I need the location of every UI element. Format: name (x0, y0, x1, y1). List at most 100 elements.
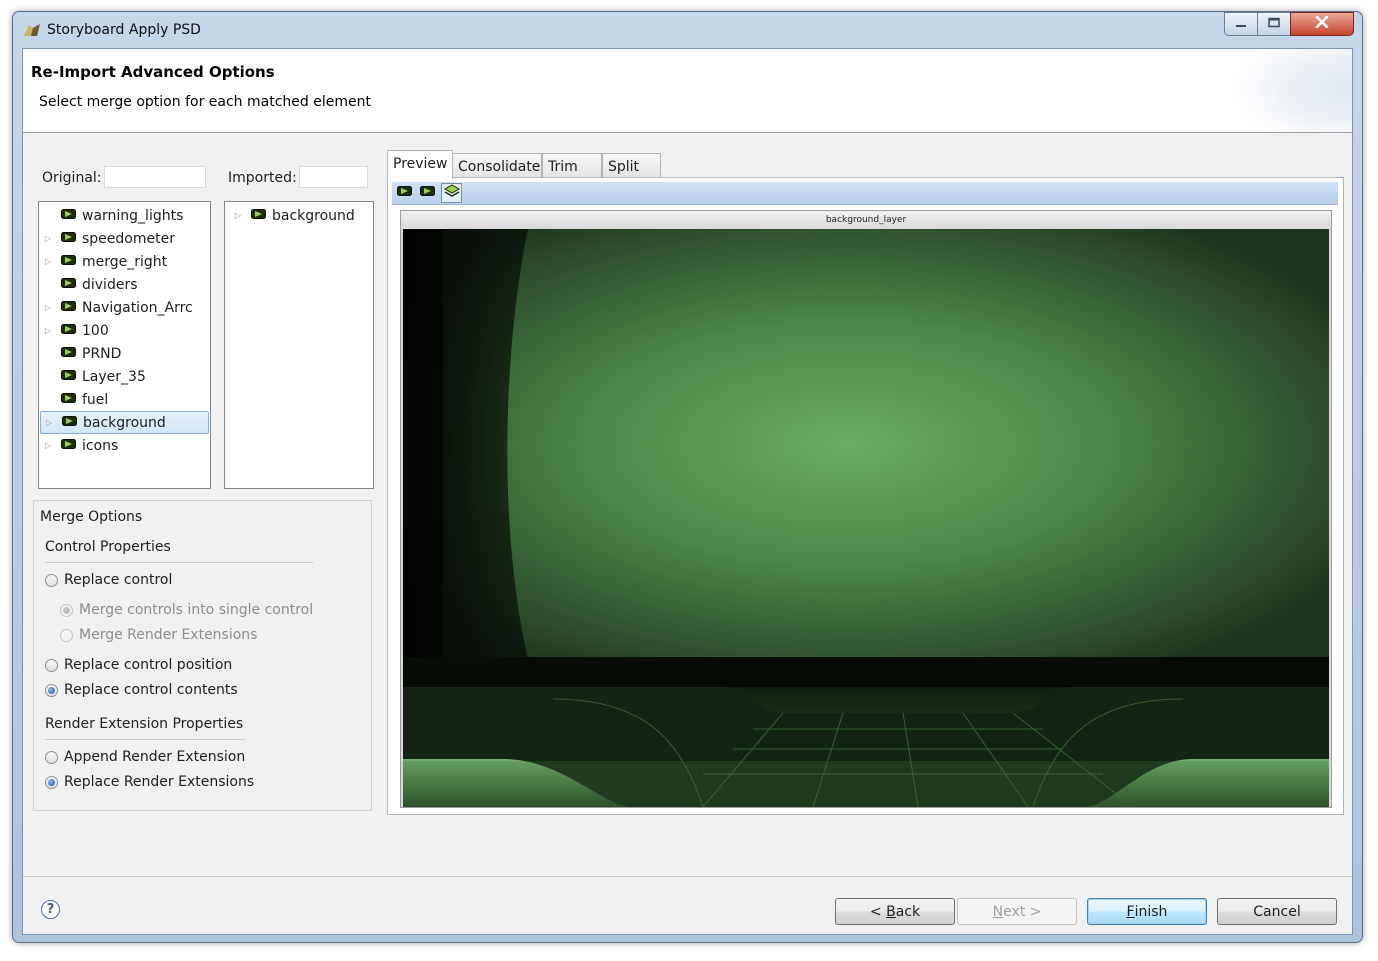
expand-arrow-icon[interactable]: ▷ (231, 211, 245, 220)
radio-indicator (45, 775, 58, 789)
tree-item-dividers[interactable]: dividers (41, 273, 138, 296)
tree-item-label: background (83, 414, 166, 431)
preview-panel: background_layer (387, 177, 1344, 815)
layer-icon (61, 254, 76, 270)
render-extension-properties-heading: Render Extension Properties (45, 716, 244, 732)
tree-item-label: background (272, 207, 355, 224)
wizard-header: Re-Import Advanced Options Select merge … (23, 49, 1352, 133)
expand-arrow-icon[interactable]: ▷ (41, 441, 55, 450)
radio-indicator (45, 573, 58, 587)
radio-indicator (45, 683, 58, 697)
tab-split[interactable]: Split (602, 153, 661, 178)
separator (45, 739, 245, 740)
back-button[interactable]: < Back (835, 898, 955, 925)
layer-icon (251, 208, 266, 224)
merge-options-group: Merge Options Control Properties Replace… (33, 500, 372, 811)
tree-item-label: Layer_35 (82, 368, 146, 385)
tab-preview[interactable]: Preview (387, 150, 453, 179)
close-icon (1315, 15, 1329, 32)
append-render-extension-radio[interactable]: Append Render Extension (45, 747, 245, 767)
radio-indicator (45, 658, 58, 672)
replace-control-radio[interactable]: Replace control (45, 570, 172, 590)
show-imported-button[interactable] (418, 184, 436, 202)
radio-indicator (45, 750, 58, 764)
background-layer-image (403, 229, 1329, 807)
header-decoration (1232, 49, 1352, 132)
layer-icon (61, 392, 76, 408)
layer-icon (61, 438, 76, 454)
page-subtitle: Select merge option for each matched ele… (39, 94, 371, 110)
expand-arrow-icon[interactable]: ▷ (41, 326, 55, 335)
maximize-button[interactable] (1257, 12, 1291, 36)
next-button[interactable]: Next > (957, 898, 1077, 925)
show-original-button[interactable] (395, 184, 413, 202)
layer-preview: background_layer (400, 210, 1332, 808)
merge-single-control-radio[interactable]: Merge controls into single control (60, 600, 313, 620)
control-properties-heading: Control Properties (45, 539, 171, 555)
maximize-icon (1267, 16, 1281, 32)
layers-stack-icon (443, 184, 460, 202)
expand-arrow-icon[interactable]: ▷ (41, 303, 55, 312)
layer-name-label: background_layer (401, 211, 1331, 229)
imported-filter-input[interactable] (299, 166, 368, 188)
finish-button[interactable]: Finish (1087, 898, 1207, 925)
tree-item-imported-background[interactable]: ▷ background (231, 204, 355, 227)
layer-icon (419, 185, 435, 201)
tree-item-prnd[interactable]: PRND (41, 342, 121, 365)
tree-item-label: dividers (82, 276, 138, 293)
replace-render-extensions-radio[interactable]: Replace Render Extensions (45, 772, 254, 792)
tree-item-navigation-arrc[interactable]: ▷ Navigation_Arrc (41, 296, 193, 319)
original-tree[interactable]: warning_lights ▷ speedometer ▷ merge_rig… (38, 201, 211, 489)
tab-trim[interactable]: Trim (542, 153, 602, 178)
tree-item-speedometer[interactable]: ▷ speedometer (41, 227, 175, 250)
page-title: Re-Import Advanced Options (31, 63, 275, 81)
expand-arrow-icon[interactable]: ▷ (41, 234, 55, 243)
title-bar[interactable]: Storyboard Apply PSD (13, 12, 1362, 48)
radio-indicator (60, 628, 73, 642)
layer-icon (61, 323, 76, 339)
close-button[interactable] (1290, 12, 1354, 36)
window-title: Storyboard Apply PSD (47, 22, 201, 38)
imported-tree[interactable]: ▷ background (224, 201, 374, 489)
original-filter-input[interactable] (104, 166, 206, 188)
tree-item-label: merge_right (82, 253, 168, 270)
expand-arrow-icon[interactable]: ▷ (42, 418, 56, 427)
tree-item-label: fuel (82, 391, 109, 408)
tab-consolidate[interactable]: Consolidate (452, 153, 542, 178)
tree-item-warning-lights[interactable]: warning_lights (41, 204, 183, 227)
footer-separator (23, 876, 1352, 877)
layer-icon (62, 415, 77, 431)
tree-item-label: warning_lights (82, 207, 184, 224)
replace-control-contents-radio[interactable]: Replace control contents (45, 680, 238, 700)
tree-item-layer-35[interactable]: Layer_35 (41, 365, 146, 388)
layer-icon (61, 300, 76, 316)
layer-icon (61, 208, 76, 224)
replace-control-position-radio[interactable]: Replace control position (45, 655, 232, 675)
minimize-icon (1235, 16, 1247, 32)
tree-item-label: icons (82, 437, 119, 454)
tree-item-background[interactable]: ▷ background (40, 411, 209, 434)
tree-item-label: Navigation_Arrc (82, 299, 193, 316)
dashboard-background-art (403, 229, 1329, 807)
dialog-window: Storyboard Apply PSD Re-Import Advanced … (12, 11, 1363, 943)
help-icon[interactable]: ? (41, 900, 60, 919)
separator (45, 562, 313, 563)
imported-label: Imported: (228, 170, 297, 186)
tree-item-fuel[interactable]: fuel (41, 388, 108, 411)
expand-arrow-icon[interactable]: ▷ (41, 257, 55, 266)
layer-icon (396, 185, 412, 201)
dialog-client: Re-Import Advanced Options Select merge … (22, 48, 1353, 935)
tree-item-icons[interactable]: ▷ icons (41, 434, 118, 457)
original-label: Original: (42, 170, 102, 186)
merge-options-title: Merge Options (40, 509, 143, 525)
layer-icon (61, 231, 76, 247)
storyboard-app-icon (23, 23, 41, 41)
tree-item-100[interactable]: ▷ 100 (41, 319, 109, 342)
merge-render-extensions-radio[interactable]: Merge Render Extensions (60, 625, 257, 645)
show-both-button[interactable] (441, 183, 462, 203)
radio-indicator (60, 603, 73, 617)
minimize-button[interactable] (1224, 12, 1258, 36)
tree-item-merge-right[interactable]: ▷ merge_right (41, 250, 167, 273)
tree-item-label: PRND (82, 345, 122, 362)
cancel-button[interactable]: Cancel (1217, 898, 1337, 925)
